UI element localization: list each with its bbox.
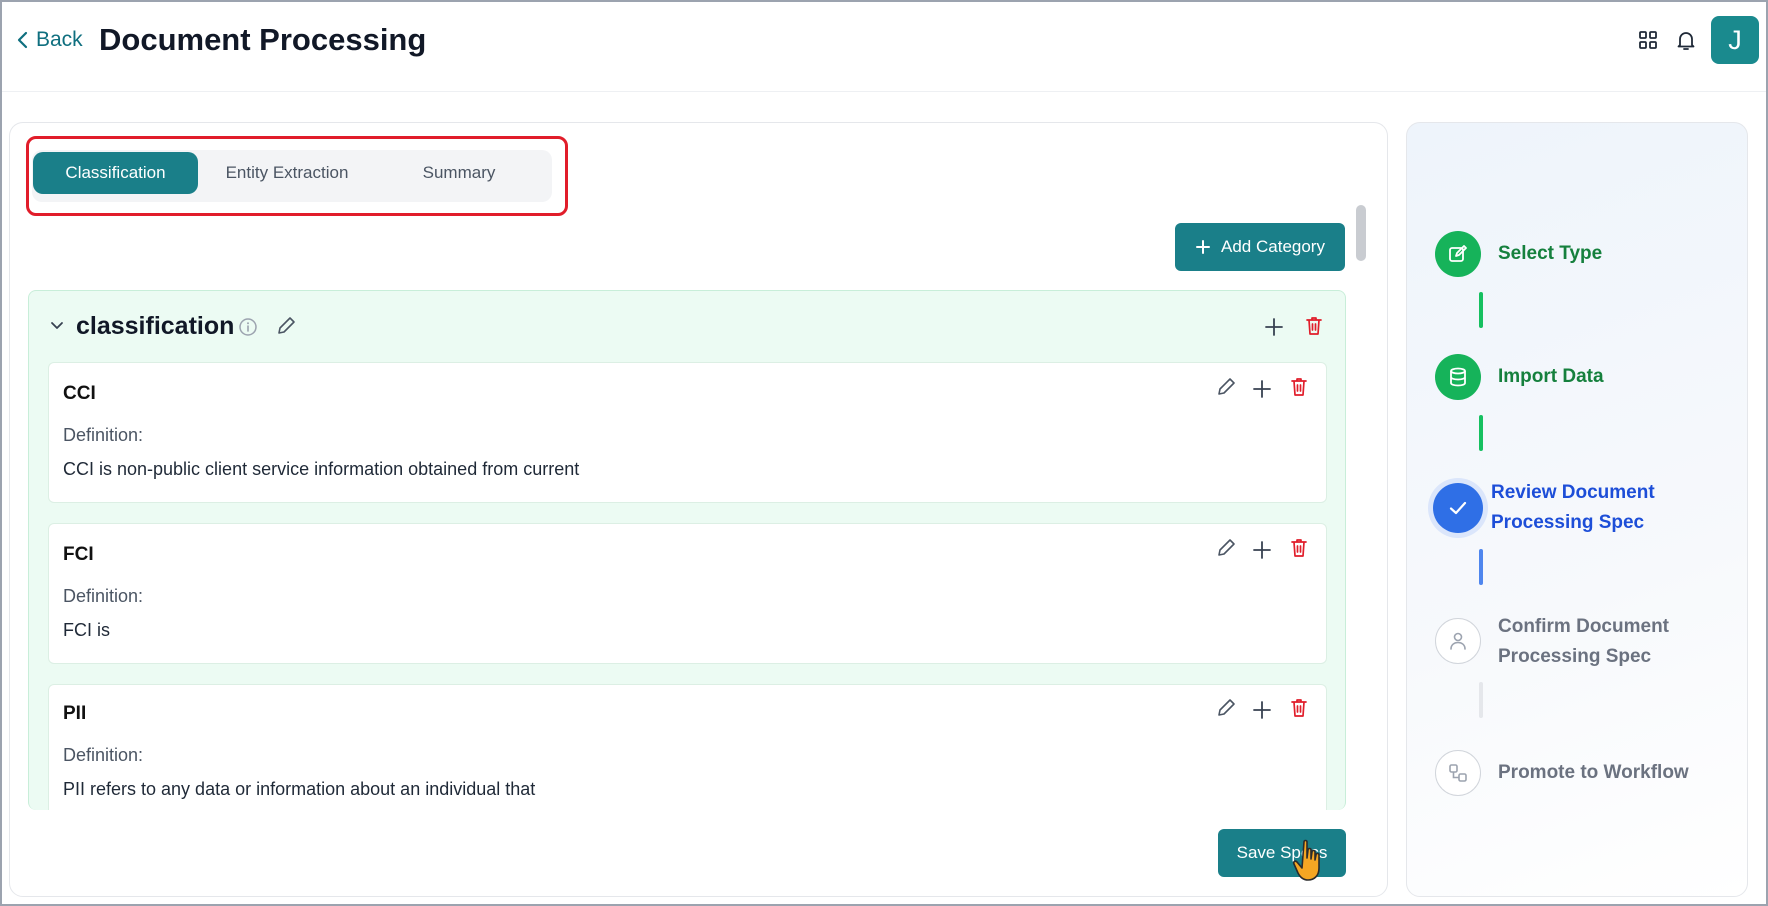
chevron-left-icon — [17, 31, 28, 49]
step-select-type[interactable] — [1435, 231, 1481, 277]
back-label: Back — [36, 28, 83, 51]
step-connector — [1479, 682, 1483, 718]
definition-label: Definition: — [63, 745, 144, 765]
list-item: PII Definition: PII refers to any data o… — [48, 684, 1327, 810]
item-name: PII — [63, 703, 87, 724]
app-window: Back Document Processing J Classificatio… — [0, 0, 1768, 906]
workflow-icon — [1449, 764, 1467, 782]
hand-cursor-icon — [1292, 839, 1320, 881]
edit-icon[interactable] — [1215, 376, 1237, 398]
edit-icon[interactable] — [1215, 537, 1237, 559]
item-name: CCI — [63, 383, 96, 404]
step-label-line: Confirm Document — [1498, 616, 1669, 637]
add-icon[interactable] — [1251, 699, 1273, 721]
definition-label: Definition: — [63, 425, 144, 445]
step-label-import-data: Import Data — [1498, 366, 1604, 387]
header: Back Document Processing J — [2, 2, 1766, 92]
user-icon — [1450, 632, 1466, 650]
definition-text: PII refers to any data or information ab… — [63, 779, 536, 799]
avatar[interactable]: J — [1711, 16, 1759, 64]
item-name: FCI — [63, 544, 94, 565]
category-title: classification — [76, 312, 235, 340]
add-icon[interactable] — [1251, 539, 1273, 561]
edit-icon — [1449, 245, 1467, 262]
step-promote-workflow[interactable] — [1435, 750, 1481, 796]
highlight-box — [26, 136, 568, 216]
add-icon[interactable] — [1251, 378, 1273, 400]
definition-text: CCI is non-public client service informa… — [63, 459, 580, 479]
list-item: CCI Definition: CCI is non-public client… — [48, 362, 1327, 503]
step-label-line: Review Document — [1491, 482, 1655, 503]
step-import-data[interactable] — [1435, 354, 1481, 400]
step-review-spec[interactable] — [1433, 483, 1483, 533]
step-label-select-type: Select Type — [1498, 243, 1603, 264]
delete-icon[interactable] — [1289, 697, 1309, 719]
step-connector — [1479, 292, 1483, 328]
bell-icon[interactable] — [1674, 28, 1698, 52]
plus-icon — [1196, 240, 1211, 254]
delete-icon[interactable] — [1289, 537, 1309, 559]
database-icon — [1450, 367, 1466, 387]
step-label-promote-workflow: Promote to Workflow — [1498, 762, 1689, 783]
definition-label: Definition: — [63, 586, 144, 606]
add-item-icon[interactable] — [1263, 316, 1285, 338]
delete-icon[interactable] — [1289, 376, 1309, 398]
page-title: Document Processing — [99, 22, 427, 57]
step-connector — [1479, 549, 1483, 585]
step-label-line: Processing Spec — [1491, 512, 1645, 533]
delete-category-icon[interactable] — [1304, 315, 1324, 337]
add-category-label: Add Category — [1221, 237, 1325, 256]
definition-text: FCI is — [63, 620, 110, 640]
grid-icon[interactable] — [1636, 28, 1660, 52]
scrollbar-thumb[interactable] — [1356, 205, 1366, 261]
step-connector — [1479, 415, 1483, 451]
check-icon — [1449, 501, 1467, 515]
step-confirm-spec[interactable] — [1435, 618, 1481, 664]
edit-icon[interactable] — [1215, 697, 1237, 719]
list-item: FCI Definition: FCI is — [48, 523, 1327, 664]
step-label-confirm-spec: Confirm Document Processing Spec — [1498, 612, 1669, 672]
info-icon[interactable] — [238, 317, 258, 337]
back-button[interactable]: Back — [16, 28, 83, 52]
step-label-line: Processing Spec — [1498, 646, 1652, 667]
step-label-review-spec: Review Document Processing Spec — [1491, 478, 1655, 538]
edit-category-icon[interactable] — [275, 315, 297, 337]
chevron-down-icon[interactable] — [50, 319, 64, 333]
add-category-button[interactable]: Add Category — [1175, 223, 1345, 271]
